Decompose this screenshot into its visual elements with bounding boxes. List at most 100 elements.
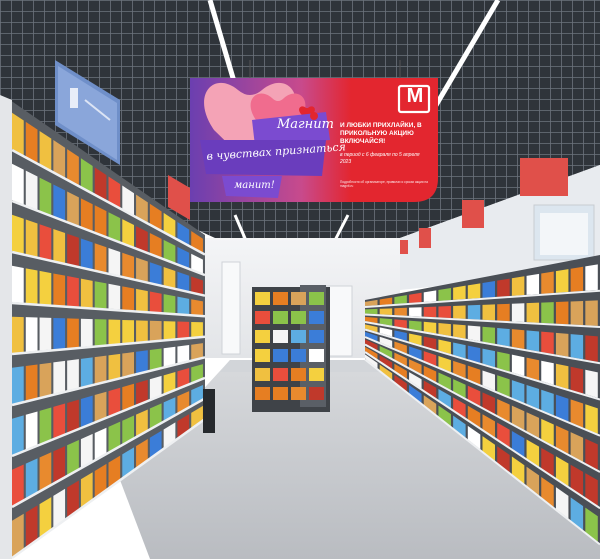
product-item <box>39 362 52 398</box>
product-item <box>365 308 378 315</box>
product-item <box>467 283 481 299</box>
product-item <box>255 292 270 305</box>
product-item <box>39 177 52 216</box>
product-item <box>94 243 107 273</box>
product-item <box>291 349 306 362</box>
product-item <box>291 292 306 305</box>
product-item <box>12 415 24 455</box>
product-item <box>273 387 288 400</box>
product-item <box>541 331 554 355</box>
product-item <box>12 366 24 404</box>
product-item <box>39 224 52 260</box>
product-item <box>67 359 79 391</box>
product-item <box>482 304 495 321</box>
product-item <box>555 301 569 325</box>
product-item <box>163 294 176 314</box>
product-item <box>80 238 93 270</box>
product-item <box>108 248 121 276</box>
product-item <box>309 387 324 400</box>
product-item <box>273 311 288 324</box>
store-scene-svg <box>0 0 600 559</box>
product-item <box>467 325 481 342</box>
product-item <box>585 264 598 291</box>
product-item <box>555 363 569 390</box>
product-item <box>309 368 324 381</box>
product-item <box>511 303 525 322</box>
banner-script-line1: Магнит <box>277 117 334 132</box>
product-item <box>497 278 510 297</box>
product-item <box>53 229 66 264</box>
banner-dates: в период с 6 февраля по 5 апреля 2023 <box>340 152 420 165</box>
product-item <box>423 306 437 318</box>
product-item <box>122 319 135 344</box>
product-item <box>511 329 525 349</box>
product-item <box>526 302 540 323</box>
product-item <box>585 369 598 398</box>
product-item <box>122 252 135 279</box>
product-item <box>273 368 288 381</box>
product-item <box>25 268 38 304</box>
product-item <box>585 300 598 326</box>
product-item <box>53 273 66 306</box>
product-item <box>12 163 24 205</box>
product-item <box>122 352 135 377</box>
banner-headline: И ЛЮБКИ ПРИХЛАЙКИ, В ПРИКОЛЬНУЮ АКЦИЮ ВК… <box>340 122 422 145</box>
product-item <box>255 311 270 324</box>
store-aisle-photo: Магнит в чувствах признаться манит! И ЛЮ… <box>0 0 600 559</box>
product-item <box>255 330 270 343</box>
magnit-logo-letter: М <box>406 85 424 107</box>
product-item <box>438 288 451 301</box>
product-item <box>12 464 24 506</box>
product-item <box>453 324 466 339</box>
product-item <box>309 330 324 343</box>
product-item <box>53 317 66 350</box>
product-item <box>570 300 584 326</box>
product-item <box>39 407 52 444</box>
product-item <box>67 318 79 349</box>
product-item <box>526 357 540 381</box>
product-item <box>570 266 584 292</box>
product-item <box>453 305 466 319</box>
product-item <box>94 391 107 422</box>
product-item <box>80 318 93 347</box>
product-item <box>39 270 52 305</box>
banner-script-line3: манит! <box>234 180 275 191</box>
product-item <box>80 357 93 387</box>
product-item <box>482 326 495 344</box>
product-item <box>149 348 162 370</box>
product-item <box>94 281 107 309</box>
product-item <box>149 320 162 341</box>
product-item <box>541 360 554 385</box>
product-item <box>12 214 24 254</box>
banner-fineprint: Подробности об организаторе, правилах и … <box>340 180 428 188</box>
product-item <box>53 360 66 394</box>
product-item <box>555 269 569 293</box>
product-item <box>67 191 79 226</box>
product-item <box>177 321 190 339</box>
product-item <box>25 364 38 401</box>
product-item <box>255 368 270 381</box>
product-item <box>136 257 148 282</box>
product-item <box>273 292 288 305</box>
product-item <box>122 286 135 311</box>
floor-bin <box>203 389 215 433</box>
product-item <box>39 317 52 351</box>
product-item <box>526 273 540 295</box>
product-item <box>291 387 306 400</box>
product-item <box>438 323 451 337</box>
product-item <box>511 276 525 296</box>
product-item <box>309 311 324 324</box>
product-item <box>67 276 79 307</box>
product-item <box>438 306 451 319</box>
product-item <box>67 233 79 267</box>
product-item <box>482 280 495 298</box>
product-item <box>25 411 38 450</box>
product-item <box>291 330 306 343</box>
product-item <box>541 271 554 294</box>
product-item <box>291 368 306 381</box>
product-item <box>12 265 24 303</box>
product-item <box>80 278 93 308</box>
product-item <box>467 304 481 320</box>
product-item <box>273 349 288 362</box>
product-item <box>379 308 393 315</box>
